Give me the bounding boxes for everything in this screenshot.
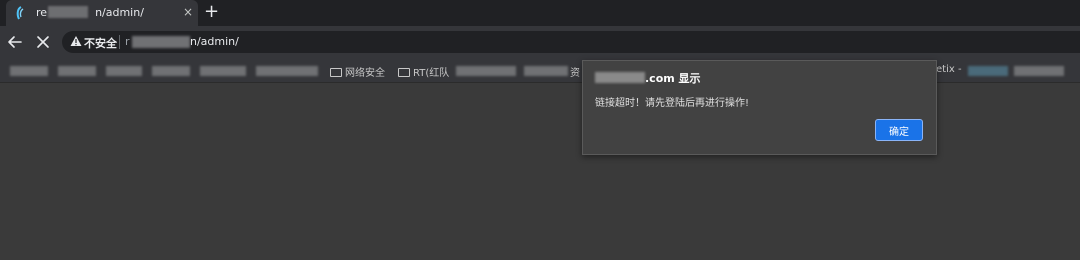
redacted-bookmark[interactable]	[152, 66, 190, 76]
tab-strip: re n/admin/ × +	[0, 0, 1080, 26]
bookmark-label: RT(红队	[413, 68, 450, 79]
omnibox-divider	[119, 35, 120, 49]
redacted-bookmark[interactable]	[524, 66, 568, 76]
redacted-bookmark[interactable]	[968, 66, 1008, 76]
redacted-bookmark[interactable]	[58, 66, 96, 76]
url-path: n/admin/	[190, 35, 239, 48]
redacted-url-domain	[132, 36, 190, 48]
back-arrow-icon[interactable]	[6, 33, 24, 51]
redacted-bookmark[interactable]	[456, 66, 516, 76]
bookmark-item-res[interactable]: 资	[570, 64, 580, 79]
address-bar[interactable]: 不安全 r n/admin/	[62, 31, 1080, 53]
browser-tab[interactable]: re n/admin/ ×	[6, 0, 198, 26]
url-prefix: r	[125, 35, 130, 48]
folder-icon	[330, 68, 342, 77]
redacted-domain	[48, 6, 88, 18]
dialog-origin: .com 显示	[595, 70, 701, 86]
dialog-message: 链接超时！请先登陆后再进行操作!	[595, 98, 750, 109]
toolbar: 不安全 r n/admin/	[0, 26, 1080, 60]
ok-button[interactable]: 确定	[875, 119, 923, 141]
redacted-bookmark[interactable]	[256, 66, 318, 76]
not-secure-label[interactable]: 不安全	[84, 35, 117, 51]
redacted-bookmark[interactable]	[106, 66, 142, 76]
redacted-origin	[595, 72, 645, 83]
redacted-bookmark[interactable]	[1014, 66, 1064, 76]
warning-triangle-icon	[70, 36, 82, 46]
redacted-bookmark[interactable]	[200, 66, 246, 76]
tab-title-suffix: n/admin/	[95, 6, 144, 19]
folder-icon	[398, 68, 410, 77]
bookmark-item-netix[interactable]: etix -	[936, 64, 962, 75]
favicon-icon	[16, 6, 24, 20]
bookmark-folder-security[interactable]: 网络安全	[330, 64, 385, 79]
new-tab-button[interactable]: +	[204, 2, 219, 22]
stop-loading-icon[interactable]	[34, 33, 52, 51]
bookmark-label: 网络安全	[345, 68, 385, 79]
alert-dialog: .com 显示 链接超时！请先登陆后再进行操作! 确定	[582, 60, 937, 155]
close-tab-icon[interactable]: ×	[183, 5, 193, 19]
redacted-bookmark[interactable]	[10, 66, 48, 76]
bookmark-folder-redteam[interactable]: RT(红队	[398, 64, 449, 79]
tab-title-prefix: re	[36, 6, 48, 19]
dialog-origin-text: .com 显示	[645, 72, 701, 85]
